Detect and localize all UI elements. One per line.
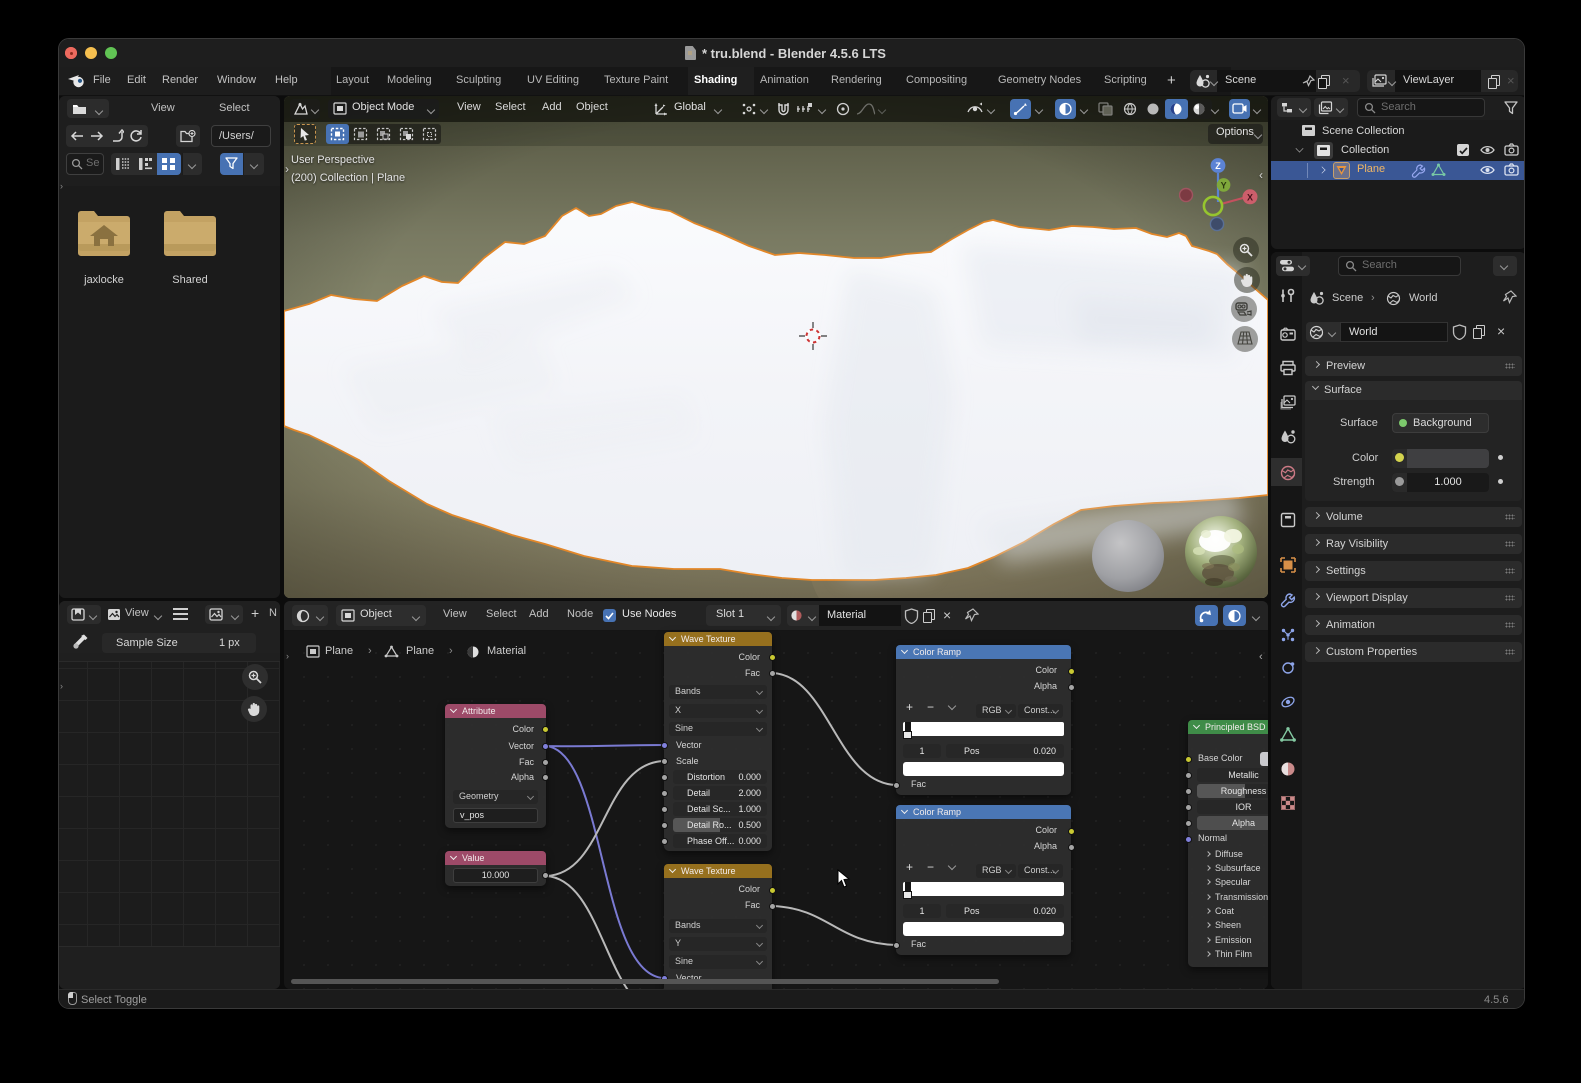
svg-text:Y: Y [1221,180,1227,190]
svg-text:X: X [1247,192,1253,202]
svg-text:Z: Z [1215,161,1221,171]
